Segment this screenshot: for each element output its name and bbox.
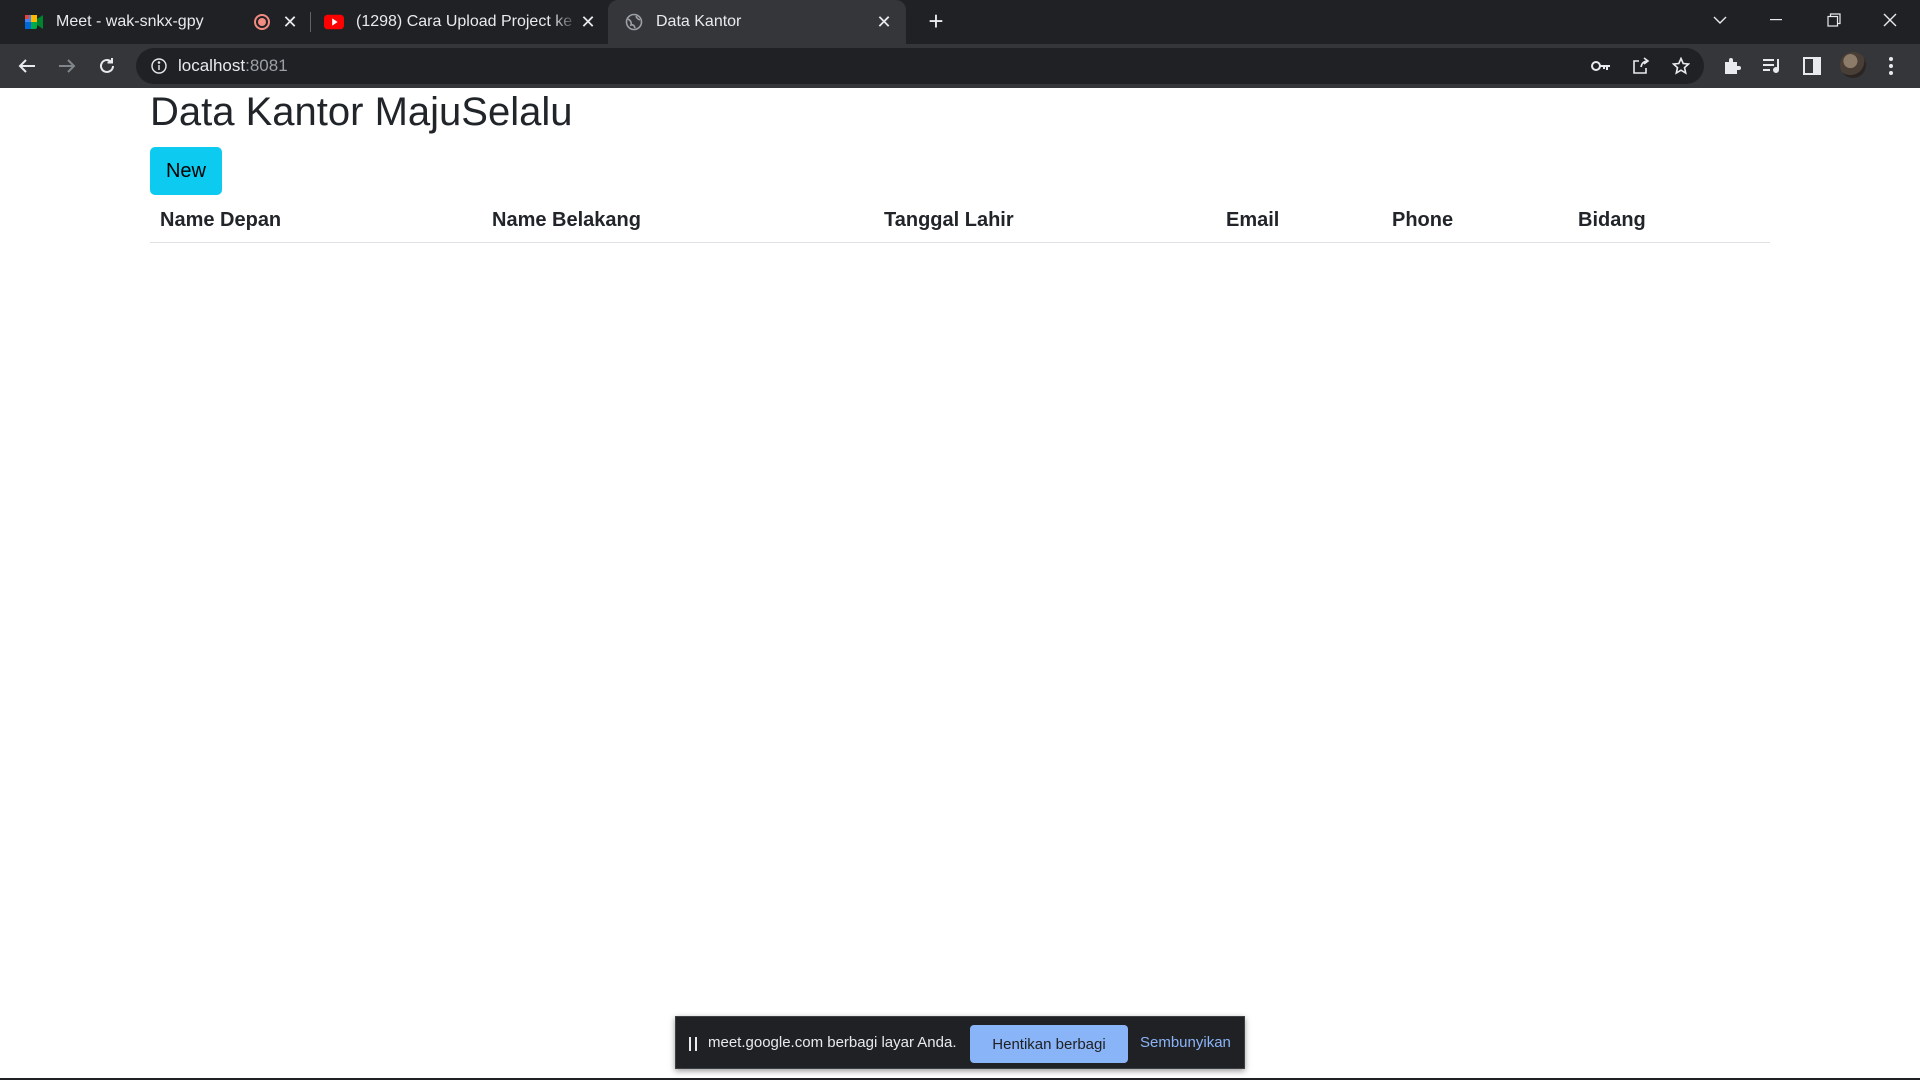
page-title: Data Kantor MajuSelalu [150,90,573,134]
new-tab-button[interactable]: + [922,8,950,36]
address-bar[interactable]: localhost:8081 [136,48,1704,84]
share-icon[interactable] [1631,56,1651,76]
browser-toolbar: localhost:8081 [0,44,1920,88]
minimize-icon[interactable] [1748,0,1804,40]
tab-title: Data Kantor [656,13,742,30]
close-tab-icon[interactable]: ✕ [280,12,300,32]
column-header-bidang: Bidang [1568,200,1770,243]
column-header-name-depan: Name Depan [150,200,482,243]
bookmark-star-icon[interactable] [1671,56,1691,76]
url-text: localhost:8081 [178,56,288,76]
tab-title: Meet - wak-snkx-gpy [56,13,204,30]
tab-meet[interactable]: Meet - wak-snkx-gpy ✕ [16,0,306,44]
hide-link[interactable]: Sembunyikan [1140,1034,1231,1051]
globe-icon [624,12,644,32]
youtube-icon [324,12,344,32]
tab-data-kantor[interactable]: Data Kantor ✕ [608,0,906,44]
more-menu-icon[interactable] [1879,54,1903,78]
back-icon[interactable] [13,52,41,80]
reload-icon[interactable] [93,52,121,80]
share-message: meet.google.com berbagi layar Anda. [708,1034,957,1051]
column-header-tanggal-lahir: Tanggal Lahir [874,200,1216,243]
google-meet-icon [24,12,44,32]
close-tab-icon[interactable]: ✕ [578,12,598,32]
site-info-icon[interactable] [150,57,168,75]
stop-sharing-button[interactable]: Hentikan berbagi [970,1025,1128,1063]
tab-title: (1298) Cara Upload Project ke git [356,13,578,30]
drag-handle-icon[interactable] [689,1037,697,1051]
close-tab-icon[interactable]: ✕ [874,12,894,32]
url-host: localhost [178,56,246,75]
browser-tab-bar: Meet - wak-snkx-gpy ✕ (1298) Cara Upload… [0,0,1920,44]
data-table: Name Depan Name Belakang Tanggal Lahir E… [150,200,1770,243]
column-header-email: Email [1216,200,1382,243]
new-button[interactable]: New [150,147,222,195]
tab-divider [310,12,311,32]
restore-icon[interactable] [1806,0,1862,40]
column-header-name-belakang: Name Belakang [482,200,874,243]
screen-share-bar: meet.google.com berbagi layar Anda. Hent… [675,1016,1245,1069]
recording-icon [254,14,270,30]
profile-avatar[interactable] [1840,52,1866,78]
side-panel-icon[interactable] [1800,54,1824,78]
tab-youtube[interactable]: (1298) Cara Upload Project ke git ✕ [314,0,606,44]
url-port: :8081 [245,56,288,75]
media-playlist-icon[interactable] [1760,54,1784,78]
close-window-icon[interactable] [1862,0,1918,40]
password-key-icon[interactable] [1591,56,1611,76]
tab-search-icon[interactable] [1692,0,1748,40]
forward-icon[interactable] [53,52,81,80]
column-header-phone: Phone [1382,200,1568,243]
extensions-icon[interactable] [1720,54,1744,78]
table-header-row: Name Depan Name Belakang Tanggal Lahir E… [150,200,1770,243]
